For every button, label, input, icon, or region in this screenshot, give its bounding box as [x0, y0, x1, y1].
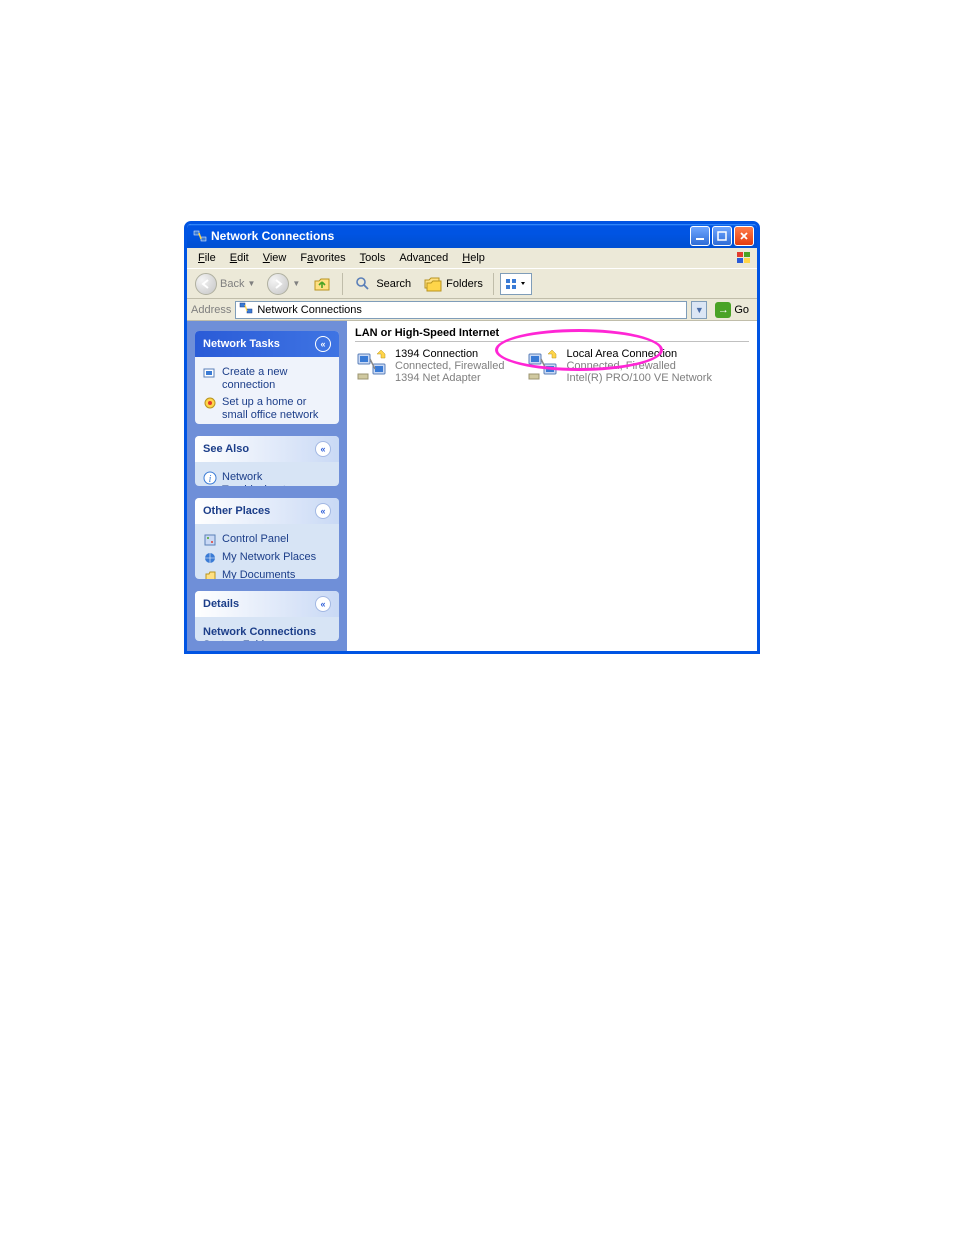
- control-panel-icon: [203, 533, 217, 547]
- info-icon: i: [203, 471, 217, 485]
- go-button[interactable]: → Go: [711, 301, 753, 319]
- collapse-icon[interactable]: «: [315, 441, 331, 457]
- connection-device: Intel(R) PRO/100 VE Network: [566, 372, 712, 384]
- go-label: Go: [734, 304, 749, 316]
- network-places-icon: [203, 551, 217, 565]
- address-dropdown-button[interactable]: ▼: [691, 301, 707, 319]
- maximize-button[interactable]: [712, 226, 732, 246]
- collapse-icon[interactable]: «: [315, 503, 331, 519]
- connection-name: 1394 Connection: [395, 348, 504, 360]
- documents-icon: [203, 569, 217, 578]
- close-button[interactable]: [734, 226, 754, 246]
- windows-flag-icon: [735, 250, 753, 266]
- search-label: Search: [376, 278, 411, 290]
- folders-button[interactable]: Folders: [419, 272, 487, 296]
- collapse-icon[interactable]: «: [315, 596, 331, 612]
- connection-icon: [526, 348, 560, 382]
- menu-file[interactable]: File: [191, 250, 223, 266]
- sidepanel: Network Tasks « Create a new connection: [187, 321, 347, 651]
- toolbar: Back ▼ ▼ Search: [187, 268, 757, 299]
- panel-title: Details: [203, 598, 239, 610]
- connection-local-area[interactable]: Local Area Connection Connected, Firewal…: [526, 348, 712, 384]
- folders-icon: [423, 274, 443, 294]
- toolbar-separator: [493, 273, 494, 295]
- panel-header-network-tasks[interactable]: Network Tasks «: [195, 331, 339, 357]
- connection-icon: [355, 348, 389, 382]
- panel-network-tasks: Network Tasks « Create a new connection: [195, 331, 339, 424]
- views-button[interactable]: [500, 273, 532, 295]
- network-connections-icon: [193, 229, 207, 243]
- search-button[interactable]: Search: [349, 272, 415, 296]
- task-create-connection[interactable]: Create a new connection: [203, 364, 331, 394]
- forward-button[interactable]: ▼: [263, 271, 304, 297]
- menu-edit[interactable]: Edit: [223, 250, 256, 266]
- menu-favorites[interactable]: Favorites: [293, 250, 352, 266]
- client-area: Network Tasks « Create a new connection: [187, 321, 757, 651]
- connection-1394[interactable]: 1394 Connection Connected, Firewalled 13…: [355, 348, 504, 384]
- search-icon: [353, 274, 373, 294]
- connection-name: Local Area Connection: [566, 348, 712, 360]
- panel-header-other-places[interactable]: Other Places «: [195, 498, 339, 524]
- link-my-documents[interactable]: My Documents: [203, 567, 331, 578]
- details-name: Network Connections: [203, 626, 331, 639]
- address-value: Network Connections: [257, 304, 362, 316]
- link-my-network-places[interactable]: My Network Places: [203, 549, 331, 567]
- panel-header-see-also[interactable]: See Also «: [195, 436, 339, 462]
- panel-header-details[interactable]: Details «: [195, 591, 339, 617]
- address-input[interactable]: Network Connections: [235, 301, 687, 319]
- content-area: LAN or High-Speed Internet: [347, 321, 757, 651]
- menu-advanced[interactable]: Advanced: [392, 250, 455, 266]
- details-type: System Folder: [203, 639, 331, 641]
- toolbar-separator: [342, 273, 343, 295]
- panel-title: See Also: [203, 443, 249, 455]
- connections-row: 1394 Connection Connected, Firewalled 13…: [355, 348, 749, 384]
- window-title: Network Connections: [211, 229, 690, 243]
- group-header-lan: LAN or High-Speed Internet: [355, 327, 749, 342]
- addressbar-connections-icon: [239, 301, 253, 318]
- details-content: Network Connections System Folder: [203, 624, 331, 641]
- network-connections-window: Network Connections File Edit View Favor…: [184, 221, 760, 654]
- forward-arrow-icon: [267, 273, 289, 295]
- menu-view[interactable]: View: [256, 250, 294, 266]
- connection-status: Connected, Firewalled: [395, 360, 504, 372]
- addressbar: Address Network Connections ▼ → Go: [187, 299, 757, 321]
- folder-up-icon: [312, 274, 332, 294]
- panel-details: Details « Network Connections System Fol…: [195, 591, 339, 641]
- network-setup-icon: [203, 396, 217, 410]
- connection-device: 1394 Net Adapter: [395, 372, 504, 384]
- titlebar[interactable]: Network Connections: [187, 224, 757, 248]
- connection-status: Connected, Firewalled: [566, 360, 712, 372]
- panel-other-places: Other Places « Control Panel My N: [195, 498, 339, 578]
- link-network-troubleshooter[interactable]: i Network Troubleshooter: [203, 469, 331, 486]
- task-setup-network[interactable]: Set up a home or small office network: [203, 394, 331, 424]
- back-label: Back: [220, 278, 244, 290]
- window-controls: [690, 226, 754, 246]
- up-button[interactable]: [308, 272, 336, 296]
- link-control-panel[interactable]: Control Panel: [203, 531, 331, 549]
- folders-label: Folders: [446, 278, 483, 290]
- panel-title: Network Tasks: [203, 338, 280, 350]
- back-button[interactable]: Back ▼: [191, 271, 259, 297]
- menubar: File Edit View Favorites Tools Advanced …: [187, 248, 757, 268]
- minimize-button[interactable]: [690, 226, 710, 246]
- address-label: Address: [191, 304, 231, 316]
- panel-see-also: See Also « i Network Troubleshooter: [195, 436, 339, 486]
- menu-help[interactable]: Help: [455, 250, 492, 266]
- menu-tools[interactable]: Tools: [353, 250, 393, 266]
- svg-text:i: i: [209, 474, 212, 485]
- panel-title: Other Places: [203, 505, 270, 517]
- back-arrow-icon: [195, 273, 217, 295]
- collapse-icon[interactable]: «: [315, 336, 331, 352]
- go-arrow-icon: →: [715, 302, 731, 318]
- connection-wizard-icon: [203, 366, 217, 380]
